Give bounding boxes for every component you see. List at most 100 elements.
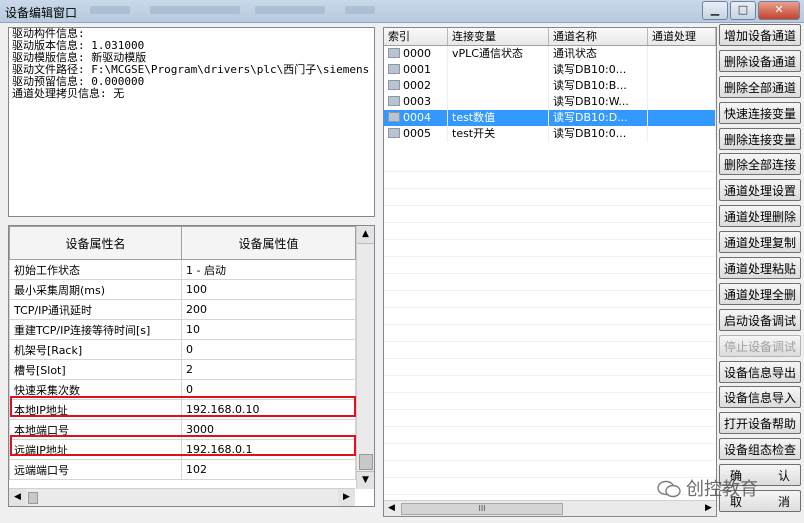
minimize-icon[interactable]: ▁ [702, 1, 728, 20]
properties-vertical-scrollbar[interactable]: ▲ ▼ [356, 226, 374, 489]
scroll-thumb[interactable]: III [401, 503, 563, 515]
property-row[interactable]: 远端端口号 102 [9, 459, 356, 480]
channel-index-text: 0002 [403, 79, 431, 92]
channel-row[interactable]: 0000 vPLC通信状态 通讯状态 [384, 46, 716, 62]
channel-list-header: 索引 连接变量 通道名称 通道处理 [384, 28, 716, 46]
channel-index-text: 0005 [403, 127, 431, 140]
wechat-logo-icon [657, 480, 681, 498]
device-properties-grid[interactable]: 设备属性名 设备属性值 初始工作状态 1 - 启动 最小采集周期(ms) 100 TCP… [8, 225, 375, 507]
action-button[interactable]: 启动设备调试 [719, 308, 801, 331]
channel-row-icon [388, 48, 400, 58]
channel-row[interactable]: 0005 test开关 读写DB10:0... [384, 126, 716, 142]
action-button[interactable]: 停止设备调试 [719, 334, 801, 357]
window-controls: ▁ □ ✕ [700, 1, 800, 20]
channel-name-cell: 读写DB10:B... [549, 78, 648, 94]
channel-processing-cell [648, 110, 716, 126]
channel-processing-cell [648, 78, 716, 94]
scroll-thumb[interactable] [359, 454, 373, 470]
channel-processing-cell [648, 94, 716, 110]
channel-row[interactable]: 0002 读写DB10:B... [384, 78, 716, 94]
scroll-right-icon[interactable]: ▶ [701, 501, 716, 516]
property-value-cell[interactable]: 100 [181, 279, 356, 300]
variable-column-header[interactable]: 连接变量 [448, 28, 549, 45]
property-value-cell[interactable]: 200 [181, 299, 356, 320]
channel-processing-column-header[interactable]: 通道处理 [648, 28, 716, 45]
property-row[interactable]: 最小采集周期(ms) 100 [9, 279, 356, 300]
action-button[interactable]: 增加设备通道 [719, 24, 801, 46]
channel-variable-cell: test开关 [448, 126, 549, 142]
property-row[interactable]: TCP/IP通讯延时 200 [9, 299, 356, 320]
channel-variable-cell [448, 94, 549, 110]
channel-name-cell: 通讯状态 [549, 46, 648, 62]
channel-row[interactable]: 0001 读写DB10:0... [384, 62, 716, 78]
action-button[interactable]: 删除设备通道 [719, 49, 801, 72]
property-row[interactable]: 重建TCP/IP连接等待时间[s] 10 [9, 319, 356, 340]
channel-index-cell: 0004 [384, 110, 448, 126]
index-column-header[interactable]: 索引 [384, 28, 448, 45]
property-name-header: 设备属性名 [9, 226, 182, 260]
channel-index-cell: 0003 [384, 94, 448, 110]
channel-name-cell: 读写DB10:0... [549, 62, 648, 78]
action-button[interactable]: 设备信息导出 [719, 360, 801, 383]
property-name-cell: 重建TCP/IP连接等待时间[s] [9, 319, 182, 340]
action-button[interactable]: 删除连接变量 [719, 127, 801, 150]
window-title: 设备编辑窗口 [5, 6, 78, 20]
property-value-cell[interactable]: 10 [181, 319, 356, 340]
channel-row-icon [388, 80, 400, 90]
scroll-left-icon[interactable]: ◀ [9, 489, 26, 506]
action-button[interactable]: 打开设备帮助 [719, 412, 801, 435]
action-button[interactable]: 删除全部连接 [719, 153, 801, 176]
action-button[interactable]: 通道处理粘贴 [719, 257, 801, 280]
channel-variable-cell [448, 78, 549, 94]
property-row[interactable]: 初始工作状态 1 - 启动 [9, 259, 356, 280]
local-ip-highlight-box [10, 396, 356, 417]
close-icon[interactable]: ✕ [758, 1, 800, 20]
property-name-cell: 槽号[Slot] [9, 359, 182, 380]
channel-name-cell: 读写DB10:W... [549, 94, 648, 110]
channel-index-cell: 0005 [384, 126, 448, 142]
channel-processing-cell [648, 46, 716, 62]
maximize-icon[interactable]: □ [730, 1, 756, 20]
action-button[interactable]: 设备信息导入 [719, 386, 801, 409]
property-value-cell[interactable]: 1 - 启动 [181, 259, 356, 280]
channel-row[interactable]: 0004 test数值 读写DB10:D... [384, 110, 716, 126]
empty-grid-area [384, 155, 716, 512]
property-value-header: 设备属性值 [181, 226, 356, 260]
property-name-cell: 初始工作状态 [9, 259, 182, 280]
action-button[interactable]: 通道处理设置 [719, 179, 801, 202]
action-button[interactable]: 通道处理删除 [719, 205, 801, 228]
property-value-cell[interactable]: 2 [181, 359, 356, 380]
channel-index-cell: 0001 [384, 62, 448, 78]
driver-info-panel[interactable]: 驱动构件信息: 驱动版本信息: 1.031000 驱动模版信息: 新驱动模版 驱动文件… [8, 27, 375, 217]
scroll-thumb[interactable] [28, 492, 38, 504]
property-value-cell[interactable]: 102 [181, 459, 356, 480]
property-name-cell: 最小采集周期(ms) [9, 279, 182, 300]
channel-row[interactable]: 0003 读写DB10:W... [384, 94, 716, 110]
channel-name-column-header[interactable]: 通道名称 [549, 28, 648, 45]
properties-horizontal-scrollbar[interactable]: ◀ ▶ [9, 488, 355, 506]
scroll-down-icon[interactable]: ▼ [357, 471, 374, 489]
watermark: 创控教育 [656, 475, 758, 501]
property-row[interactable]: 机架号[Rack] 0 [9, 339, 356, 360]
action-button[interactable]: 通道处理复制 [719, 231, 801, 254]
action-button[interactable]: 快速连接变量 [719, 101, 801, 124]
channel-index-text: 0003 [403, 95, 431, 108]
scroll-up-icon[interactable]: ▲ [357, 226, 374, 244]
action-button[interactable]: 删除全部通道 [719, 75, 801, 98]
channel-variable-cell: vPLC通信状态 [448, 46, 549, 62]
property-value-cell[interactable]: 0 [181, 339, 356, 360]
channel-index-cell: 0002 [384, 78, 448, 94]
action-button[interactable]: 通道处理全删 [719, 282, 801, 305]
blurred-title-part [90, 6, 130, 14]
action-button[interactable]: 设备组态检查 [719, 438, 801, 461]
blurred-title-part [255, 6, 325, 14]
channel-list[interactable]: 索引 连接变量 通道名称 通道处理 0000 vPLC通信状态 通讯状态 0001 读写… [383, 27, 717, 517]
channel-row-icon [388, 112, 400, 122]
watermark-text: 创控教育 [686, 479, 758, 500]
scroll-right-icon[interactable]: ▶ [338, 489, 355, 506]
channel-horizontal-scrollbar[interactable]: ◀ III ▶ [384, 500, 716, 516]
title-bar: 设备编辑窗口 ▁ □ ✕ [0, 0, 804, 23]
property-row[interactable]: 槽号[Slot] 2 [9, 359, 356, 380]
channel-index-text: 0001 [403, 63, 431, 76]
scroll-left-icon[interactable]: ◀ [384, 501, 399, 516]
